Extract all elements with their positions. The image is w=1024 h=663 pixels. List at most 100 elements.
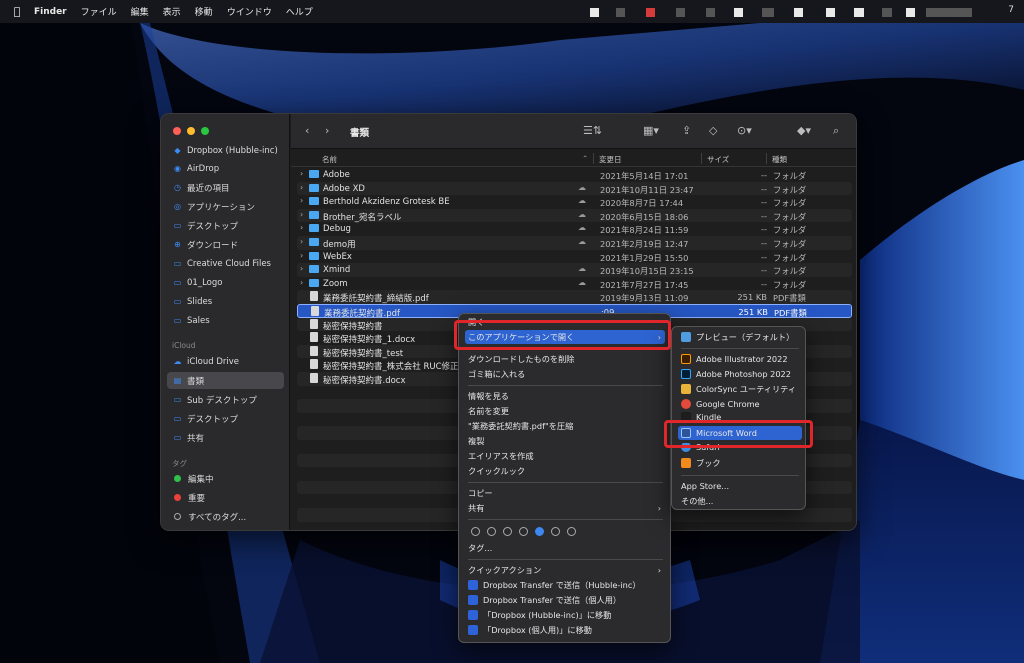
disclosure-chevron-icon[interactable]: ›: [300, 169, 303, 178]
tag-color-icon[interactable]: [519, 527, 528, 536]
status-icon[interactable]: [882, 8, 892, 17]
submenu-item-preview[interactable]: プレビュー（デフォルト）: [678, 330, 802, 344]
submenu-item-photoshop[interactable]: Adobe Photoshop 2022: [678, 367, 802, 381]
menu-go[interactable]: 移動: [195, 5, 213, 18]
sidebar-item-icloud-drive[interactable]: ☁ iCloud Drive: [167, 353, 284, 370]
file-row[interactable]: 業務委託契約書_締結版.pdf 2019年9月13日 11:09 251 KB PDF…: [297, 290, 852, 304]
disclosure-chevron-icon[interactable]: ›: [300, 264, 303, 273]
sidebar-item-sales[interactable]: ▭ Sales: [167, 312, 284, 329]
column-name[interactable]: 名前: [322, 154, 337, 165]
menu-item-quick-look[interactable]: クイックルック: [465, 464, 665, 478]
disclosure-chevron-icon[interactable]: ›: [300, 183, 303, 192]
tag-icon[interactable]: ◇: [709, 124, 717, 137]
menu-item-compress[interactable]: "業務委託契約書.pdf"を圧縮: [465, 419, 665, 433]
share-icon[interactable]: ⇪: [682, 124, 691, 137]
sidebar-item-documents[interactable]: ▤ 書類: [167, 372, 284, 389]
back-icon[interactable]: ‹: [305, 124, 309, 137]
file-row[interactable]: › Adobe XD ☁ 2021年10月11日 23:47 -- フォルダ: [297, 181, 852, 196]
status-icon[interactable]: [616, 8, 625, 17]
submenu-item-other[interactable]: その他...: [678, 494, 802, 508]
disclosure-chevron-icon[interactable]: ›: [300, 223, 303, 232]
tag-color-icon[interactable]: [551, 527, 560, 536]
tag-color-icon[interactable]: [487, 527, 496, 536]
menu-item-tags[interactable]: タグ...: [465, 541, 665, 555]
sidebar-tag-editing[interactable]: 編集中: [167, 470, 284, 487]
dropbox-icon[interactable]: ◆▾: [797, 124, 811, 137]
column-divider[interactable]: [593, 153, 594, 164]
sidebar-item-applications[interactable]: ◎ アプリケーション: [167, 198, 284, 215]
menu-finder[interactable]: Finder: [34, 7, 67, 17]
sidebar-item-dropbox[interactable]: ◆ Dropbox (Hubble-inc): [167, 142, 284, 159]
cloud-download-icon[interactable]: ☁: [578, 278, 586, 287]
sidebar-item-airdrop[interactable]: ◉ AirDrop: [167, 160, 284, 177]
column-date[interactable]: 変更日: [599, 154, 622, 165]
menu-item-dropbox-transfer-hubble[interactable]: Dropbox Transfer で送信（Hubble-inc）: [465, 578, 665, 592]
sidebar-item-icloud-desktop[interactable]: ▭ デスクトップ: [167, 410, 284, 427]
submenu-item-app-store[interactable]: App Store...: [678, 479, 802, 493]
sidebar-tag-all[interactable]: すべてのタグ...: [167, 508, 284, 525]
submenu-item-books[interactable]: ブック: [678, 456, 802, 470]
menu-view[interactable]: 表示: [163, 5, 181, 18]
cloud-download-icon[interactable]: ☁: [578, 223, 586, 232]
menu-item-move-dropbox-hubble[interactable]: 「Dropbox (Hubble-inc)」に移動: [465, 608, 665, 622]
tag-color-icon[interactable]: [503, 527, 512, 536]
menu-item-quick-actions[interactable]: クイックアクション ›: [465, 563, 665, 577]
status-icon[interactable]: [854, 8, 864, 17]
file-row[interactable]: › demo用 ☁ 2021年2月19日 12:47 -- フォルダ: [297, 236, 852, 250]
sidebar-item-logo[interactable]: ▭ 01_Logo: [167, 274, 284, 291]
menu-help[interactable]: ヘルプ: [286, 5, 313, 18]
cloud-download-icon[interactable]: ☁: [578, 237, 586, 246]
sidebar-item-creative-cloud[interactable]: ▭ Creative Cloud Files: [167, 255, 284, 272]
cloud-download-icon[interactable]: ☁: [578, 183, 586, 192]
sidebar-item-desktop[interactable]: ▭ デスクトップ: [167, 217, 284, 234]
menu-item-make-alias[interactable]: エイリアスを作成: [465, 449, 665, 463]
menu-item-move-dropbox-personal[interactable]: 「Dropbox (個人用)」に移動: [465, 623, 665, 637]
status-icon[interactable]: [734, 8, 743, 17]
disclosure-chevron-icon[interactable]: ›: [300, 278, 303, 287]
status-icon[interactable]: [590, 8, 599, 17]
file-row[interactable]: › Zoom ☁ 2021年7月27日 17:45 -- フォルダ: [297, 277, 852, 291]
menu-window[interactable]: ウインドウ: [227, 5, 272, 18]
disclosure-chevron-icon[interactable]: ›: [300, 237, 303, 246]
status-icon[interactable]: [646, 8, 655, 17]
disclosure-chevron-icon[interactable]: ›: [300, 196, 303, 205]
menu-item-rename[interactable]: 名前を変更: [465, 404, 665, 418]
menu-item-remove-download[interactable]: ダウンロードしたものを削除: [465, 352, 665, 366]
status-icon[interactable]: [676, 8, 685, 17]
file-row[interactable]: › Adobe 2021年5月14日 17:01 -- フォルダ: [297, 168, 852, 182]
sidebar-tag-important[interactable]: 重要: [167, 489, 284, 506]
menu-item-copy[interactable]: コピー: [465, 486, 665, 500]
menu-item-move-to-trash[interactable]: ゴミ箱に入れる: [465, 367, 665, 381]
action-icon[interactable]: ⊙▾: [737, 124, 752, 137]
sidebar-item-recents[interactable]: ◷ 最近の項目: [167, 179, 284, 196]
zoom-button[interactable]: [201, 127, 209, 135]
tag-color-icon[interactable]: [471, 527, 480, 536]
file-row[interactable]: › Berthold Akzidenz Grotesk BE ☁ 2020年8月7日 …: [297, 195, 852, 209]
status-clock[interactable]: [926, 8, 972, 17]
disclosure-chevron-icon[interactable]: ›: [300, 251, 303, 260]
search-icon[interactable]: ⌕: [833, 124, 839, 138]
menu-item-dropbox-transfer-personal[interactable]: Dropbox Transfer で送信（個人用）: [465, 593, 665, 607]
apple-icon[interactable]: : [10, 5, 24, 18]
menu-item-share[interactable]: 共有 ›: [465, 501, 665, 515]
cloud-download-icon[interactable]: ☁: [578, 196, 586, 205]
column-divider[interactable]: [766, 153, 767, 164]
disclosure-chevron-icon[interactable]: ›: [300, 210, 303, 219]
sidebar-item-downloads[interactable]: ⊕ ダウンロード: [167, 236, 284, 253]
minimize-button[interactable]: [187, 127, 195, 135]
status-icon[interactable]: [762, 8, 774, 17]
file-row[interactable]: › Xmind ☁ 2019年10月15日 23:15 -- フォルダ: [297, 263, 852, 277]
file-row[interactable]: › Debug ☁ 2021年8月24日 11:59 -- フォルダ: [297, 222, 852, 236]
tag-color-icon[interactable]: [535, 527, 544, 536]
status-icon[interactable]: [706, 8, 715, 17]
status-icon[interactable]: [906, 8, 915, 17]
tag-color-icon[interactable]: [567, 527, 576, 536]
list-view-icon[interactable]: ☰⇅: [583, 124, 602, 137]
status-icon[interactable]: [826, 8, 835, 17]
column-kind[interactable]: 種類: [772, 154, 787, 165]
sidebar-item-shared[interactable]: ▭ 共有: [167, 429, 284, 446]
menu-item-duplicate[interactable]: 複製: [465, 434, 665, 448]
file-row[interactable]: › Brother_宛名ラベル ☁ 2020年6月15日 18:06 -- フォルダ: [297, 208, 852, 223]
column-size[interactable]: サイズ: [707, 154, 729, 165]
sidebar-item-slides[interactable]: ▭ Slides: [167, 293, 284, 310]
